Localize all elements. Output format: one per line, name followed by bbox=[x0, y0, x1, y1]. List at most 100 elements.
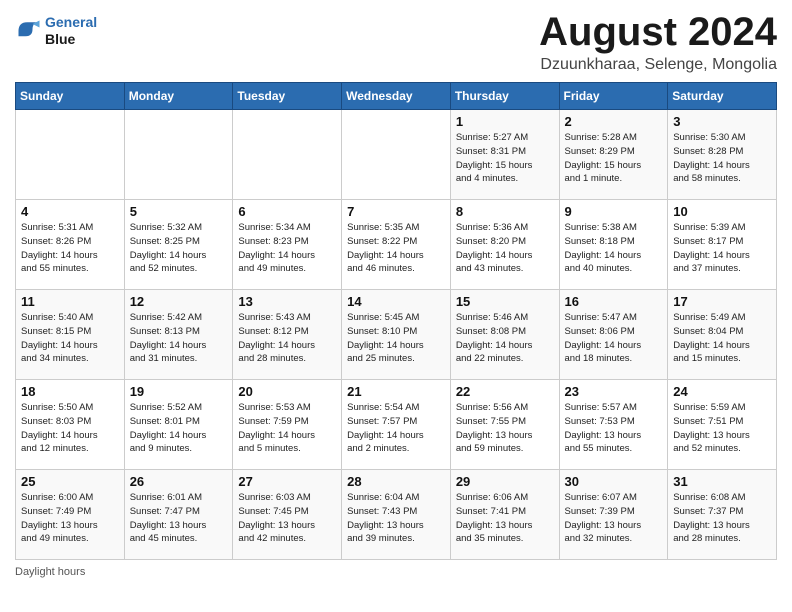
day-info: Sunrise: 6:07 AM Sunset: 7:39 PM Dayligh… bbox=[565, 491, 663, 546]
day-info: Sunrise: 5:45 AM Sunset: 8:10 PM Dayligh… bbox=[347, 311, 445, 366]
logo-text: General Blue bbox=[45, 14, 97, 48]
day-cell: 9 Sunrise: 5:38 AM Sunset: 8:18 PM Daylig… bbox=[559, 200, 668, 290]
day-info: Sunrise: 5:32 AM Sunset: 8:25 PM Dayligh… bbox=[130, 221, 228, 276]
day-info: Sunrise: 5:40 AM Sunset: 8:15 PM Dayligh… bbox=[21, 311, 119, 366]
day-info: Sunrise: 5:43 AM Sunset: 8:12 PM Dayligh… bbox=[238, 311, 336, 366]
day-cell: 10 Sunrise: 5:39 AM Sunset: 8:17 PM Dayli… bbox=[668, 200, 777, 290]
day-info: Sunrise: 5:59 AM Sunset: 7:51 PM Dayligh… bbox=[673, 401, 771, 456]
day-cell: 20 Sunrise: 5:53 AM Sunset: 7:59 PM Dayli… bbox=[233, 380, 342, 470]
day-cell: 31 Sunrise: 6:08 AM Sunset: 7:37 PM Dayli… bbox=[668, 470, 777, 560]
calendar-table: SundayMondayTuesdayWednesdayThursdayFrid… bbox=[15, 82, 777, 560]
day-info: Sunrise: 5:52 AM Sunset: 8:01 PM Dayligh… bbox=[130, 401, 228, 456]
day-cell: 16 Sunrise: 5:47 AM Sunset: 8:06 PM Dayli… bbox=[559, 290, 668, 380]
header-cell-friday: Friday bbox=[559, 83, 668, 110]
header-cell-sunday: Sunday bbox=[16, 83, 125, 110]
day-cell bbox=[233, 110, 342, 200]
day-number: 4 bbox=[21, 204, 119, 219]
day-cell: 15 Sunrise: 5:46 AM Sunset: 8:08 PM Dayli… bbox=[450, 290, 559, 380]
location-subtitle: Dzuunkharaa, Selenge, Mongolia bbox=[539, 56, 777, 74]
logo-line2: Blue bbox=[45, 31, 75, 47]
day-number: 23 bbox=[565, 384, 663, 399]
day-cell: 1Sunrise: 5:27 AM Sunset: 8:31 PM Daylig… bbox=[450, 110, 559, 200]
day-info: Sunrise: 5:53 AM Sunset: 7:59 PM Dayligh… bbox=[238, 401, 336, 456]
day-number: 30 bbox=[565, 474, 663, 489]
day-number: 9 bbox=[565, 204, 663, 219]
day-info: Sunrise: 5:28 AM Sunset: 8:29 PM Dayligh… bbox=[565, 131, 663, 186]
day-number: 12 bbox=[130, 294, 228, 309]
day-number: 13 bbox=[238, 294, 336, 309]
day-cell: 8Sunrise: 5:36 AM Sunset: 8:20 PM Daylig… bbox=[450, 200, 559, 290]
day-cell: 25 Sunrise: 6:00 AM Sunset: 7:49 PM Dayli… bbox=[16, 470, 125, 560]
header-cell-thursday: Thursday bbox=[450, 83, 559, 110]
day-info: Sunrise: 5:56 AM Sunset: 7:55 PM Dayligh… bbox=[456, 401, 554, 456]
day-number: 2 bbox=[565, 114, 663, 129]
day-number: 24 bbox=[673, 384, 771, 399]
day-number: 7 bbox=[347, 204, 445, 219]
day-info: Sunrise: 5:54 AM Sunset: 7:57 PM Dayligh… bbox=[347, 401, 445, 456]
day-number: 11 bbox=[21, 294, 119, 309]
day-number: 1 bbox=[456, 114, 554, 129]
day-info: Sunrise: 5:39 AM Sunset: 8:17 PM Dayligh… bbox=[673, 221, 771, 276]
day-info: Sunrise: 5:46 AM Sunset: 8:08 PM Dayligh… bbox=[456, 311, 554, 366]
day-number: 29 bbox=[456, 474, 554, 489]
day-number: 5 bbox=[130, 204, 228, 219]
week-row-2: 4Sunrise: 5:31 AM Sunset: 8:26 PM Daylig… bbox=[16, 200, 777, 290]
day-cell: 5 Sunrise: 5:32 AM Sunset: 8:25 PM Daylig… bbox=[124, 200, 233, 290]
day-number: 31 bbox=[673, 474, 771, 489]
header-row: SundayMondayTuesdayWednesdayThursdayFrid… bbox=[16, 83, 777, 110]
day-cell: 22Sunrise: 5:56 AM Sunset: 7:55 PM Dayli… bbox=[450, 380, 559, 470]
day-info: Sunrise: 6:08 AM Sunset: 7:37 PM Dayligh… bbox=[673, 491, 771, 546]
day-info: Sunrise: 6:01 AM Sunset: 7:47 PM Dayligh… bbox=[130, 491, 228, 546]
day-cell bbox=[342, 110, 451, 200]
week-row-5: 25 Sunrise: 6:00 AM Sunset: 7:49 PM Dayli… bbox=[16, 470, 777, 560]
day-cell: 14 Sunrise: 5:45 AM Sunset: 8:10 PM Dayli… bbox=[342, 290, 451, 380]
footer-text: Daylight hours bbox=[15, 566, 85, 578]
header-cell-monday: Monday bbox=[124, 83, 233, 110]
day-number: 20 bbox=[238, 384, 336, 399]
day-cell: 12Sunrise: 5:42 AM Sunset: 8:13 PM Dayli… bbox=[124, 290, 233, 380]
day-number: 10 bbox=[673, 204, 771, 219]
day-number: 27 bbox=[238, 474, 336, 489]
day-cell: 18 Sunrise: 5:50 AM Sunset: 8:03 PM Dayli… bbox=[16, 380, 125, 470]
week-row-4: 18 Sunrise: 5:50 AM Sunset: 8:03 PM Dayli… bbox=[16, 380, 777, 470]
day-cell: 11 Sunrise: 5:40 AM Sunset: 8:15 PM Dayli… bbox=[16, 290, 125, 380]
day-number: 18 bbox=[21, 384, 119, 399]
week-row-3: 11 Sunrise: 5:40 AM Sunset: 8:15 PM Dayli… bbox=[16, 290, 777, 380]
day-cell: 29 Sunrise: 6:06 AM Sunset: 7:41 PM Dayli… bbox=[450, 470, 559, 560]
day-number: 25 bbox=[21, 474, 119, 489]
day-info: Sunrise: 6:06 AM Sunset: 7:41 PM Dayligh… bbox=[456, 491, 554, 546]
day-number: 3 bbox=[673, 114, 771, 129]
day-cell: 3 Sunrise: 5:30 AM Sunset: 8:28 PM Daylig… bbox=[668, 110, 777, 200]
day-info: Sunrise: 5:30 AM Sunset: 8:28 PM Dayligh… bbox=[673, 131, 771, 186]
day-cell bbox=[124, 110, 233, 200]
day-cell: 21 Sunrise: 5:54 AM Sunset: 7:57 PM Dayli… bbox=[342, 380, 451, 470]
footer: Daylight hours bbox=[15, 566, 777, 578]
day-info: Sunrise: 5:34 AM Sunset: 8:23 PM Dayligh… bbox=[238, 221, 336, 276]
day-cell: 4Sunrise: 5:31 AM Sunset: 8:26 PM Daylig… bbox=[16, 200, 125, 290]
day-number: 21 bbox=[347, 384, 445, 399]
logo-icon bbox=[15, 17, 43, 45]
day-info: Sunrise: 5:57 AM Sunset: 7:53 PM Dayligh… bbox=[565, 401, 663, 456]
day-number: 15 bbox=[456, 294, 554, 309]
day-number: 14 bbox=[347, 294, 445, 309]
day-cell: 23 Sunrise: 5:57 AM Sunset: 7:53 PM Dayli… bbox=[559, 380, 668, 470]
week-row-1: 1Sunrise: 5:27 AM Sunset: 8:31 PM Daylig… bbox=[16, 110, 777, 200]
day-cell: 30 Sunrise: 6:07 AM Sunset: 7:39 PM Dayli… bbox=[559, 470, 668, 560]
day-info: Sunrise: 5:50 AM Sunset: 8:03 PM Dayligh… bbox=[21, 401, 119, 456]
page-header: General Blue August 2024 Dzuunkharaa, Se… bbox=[15, 10, 777, 74]
day-info: Sunrise: 5:38 AM Sunset: 8:18 PM Dayligh… bbox=[565, 221, 663, 276]
day-cell bbox=[16, 110, 125, 200]
month-title: August 2024 bbox=[539, 10, 777, 54]
day-number: 17 bbox=[673, 294, 771, 309]
day-info: Sunrise: 5:49 AM Sunset: 8:04 PM Dayligh… bbox=[673, 311, 771, 366]
day-cell: 17 Sunrise: 5:49 AM Sunset: 8:04 PM Dayli… bbox=[668, 290, 777, 380]
day-cell: 7Sunrise: 5:35 AM Sunset: 8:22 PM Daylig… bbox=[342, 200, 451, 290]
day-info: Sunrise: 6:00 AM Sunset: 7:49 PM Dayligh… bbox=[21, 491, 119, 546]
day-number: 28 bbox=[347, 474, 445, 489]
day-number: 8 bbox=[456, 204, 554, 219]
day-cell: 27 Sunrise: 6:03 AM Sunset: 7:45 PM Dayli… bbox=[233, 470, 342, 560]
day-info: Sunrise: 5:47 AM Sunset: 8:06 PM Dayligh… bbox=[565, 311, 663, 366]
day-info: Sunrise: 6:03 AM Sunset: 7:45 PM Dayligh… bbox=[238, 491, 336, 546]
day-cell: 6Sunrise: 5:34 AM Sunset: 8:23 PM Daylig… bbox=[233, 200, 342, 290]
day-number: 16 bbox=[565, 294, 663, 309]
